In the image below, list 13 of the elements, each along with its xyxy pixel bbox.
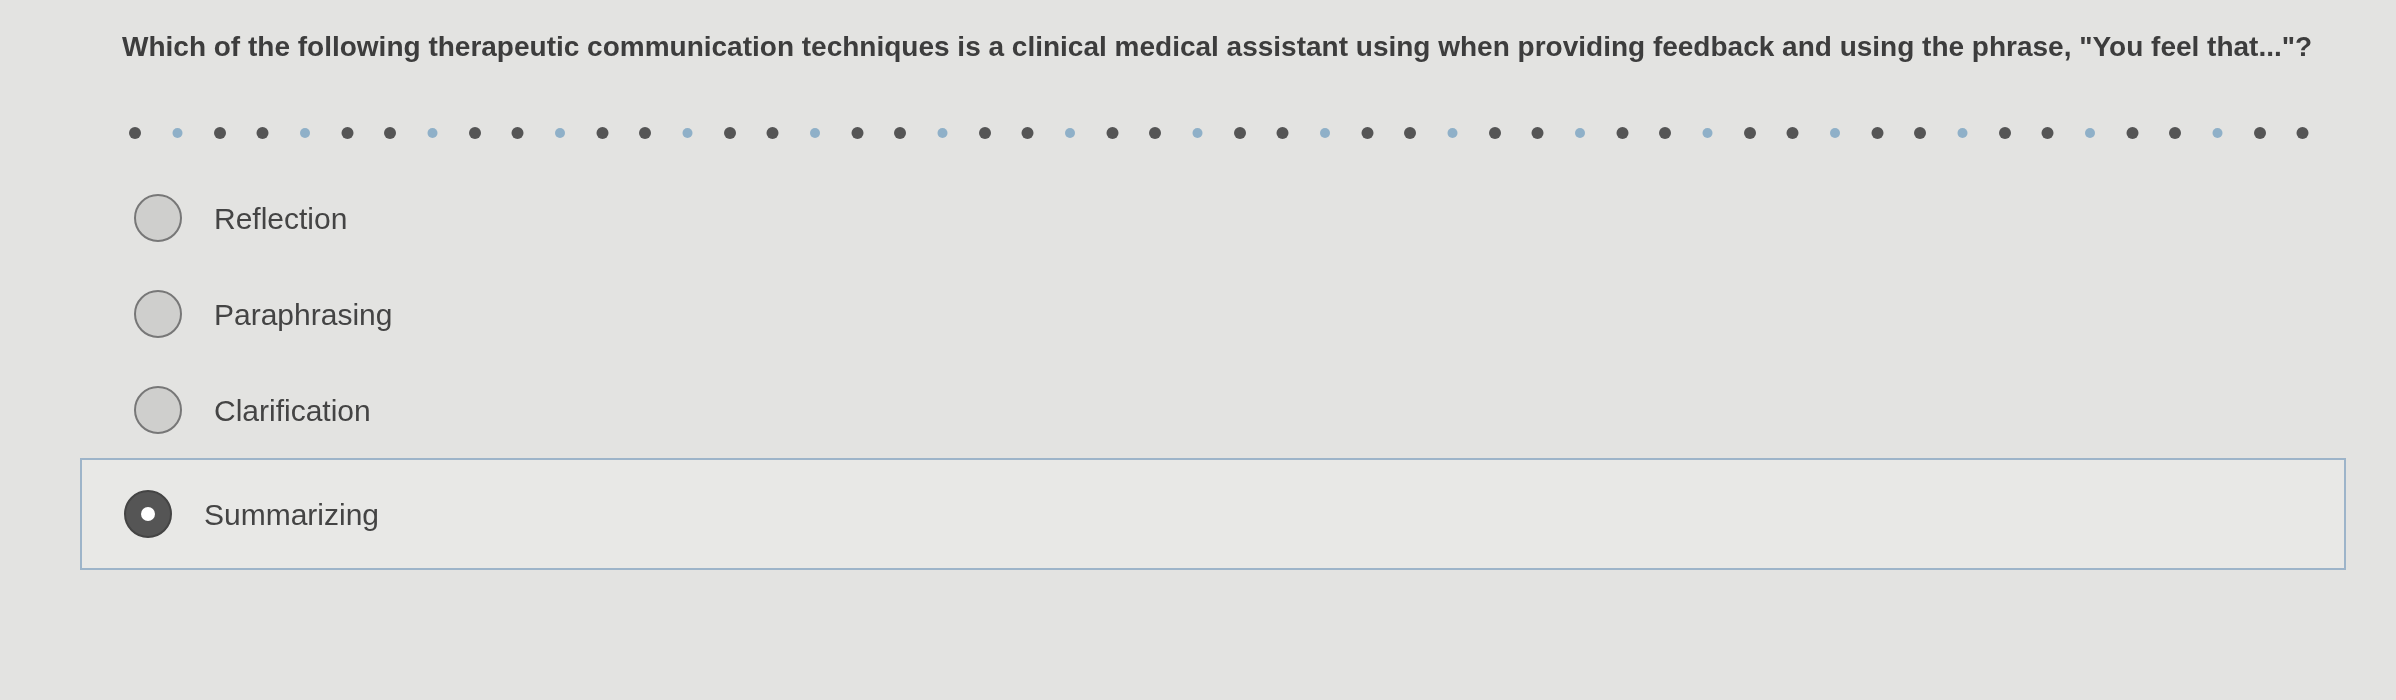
answer-option[interactable]: Paraphrasing [80,266,2346,362]
radio-button[interactable] [134,194,182,242]
answer-option[interactable]: Summarizing [80,458,2346,570]
radio-button[interactable] [134,386,182,434]
radio-button[interactable] [124,490,172,538]
option-label: Clarification [214,392,371,429]
radio-button[interactable] [134,290,182,338]
answer-option[interactable]: Clarification [80,362,2346,458]
option-label: Summarizing [204,496,380,533]
option-label: Reflection [214,200,348,237]
option-label: Paraphrasing [214,296,393,333]
answer-option[interactable]: Reflection [80,170,2346,266]
question-text: Which of the following therapeutic communication techniques is a clinical medical assistant using when providing feedback and using the phrase, "You feel that..."? [122,30,2314,64]
